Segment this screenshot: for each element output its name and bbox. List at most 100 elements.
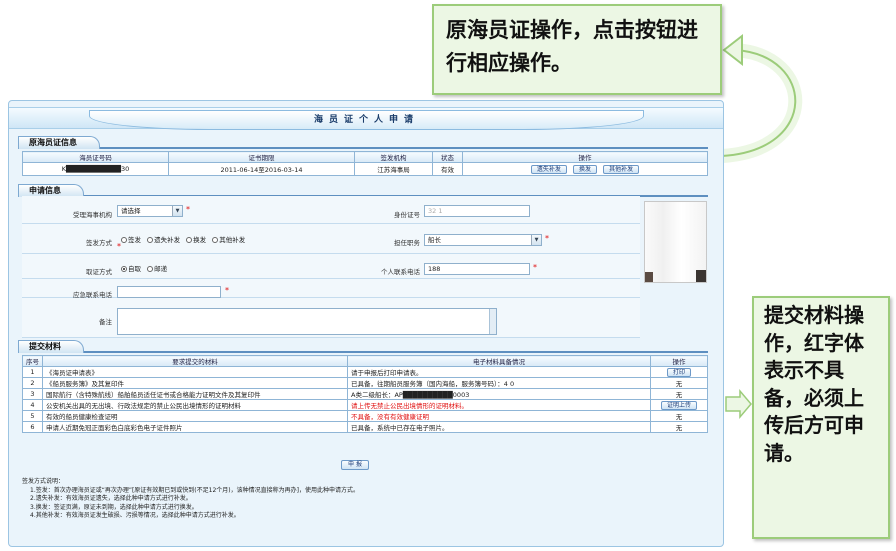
material-action-text: 无 bbox=[675, 424, 683, 432]
radio-lost-label: 遗失补发 bbox=[154, 236, 181, 244]
col-actions: 操作 bbox=[462, 151, 708, 163]
table-row: 6 申请人近期免冠正面彩色白底彩色电子证件照片 已具备，系统中已存在电子照片。 无 bbox=[22, 421, 708, 433]
cert-validity: 2011-06-14至2016-03-14 bbox=[168, 162, 355, 176]
table-row: 1 《海员证申请表》 请于申报后打印申请表。 打印 bbox=[22, 366, 708, 378]
notes-line: 2.遗失补发：有效海员证遗失，选择此种申请方式进行补发。 bbox=[30, 495, 192, 502]
material-action-text: 无 bbox=[675, 413, 683, 421]
cert-status: 有效 bbox=[432, 162, 463, 176]
material-action-text: 无 bbox=[675, 391, 683, 399]
material-name: 国际航行（含特殊航线）船舶船员适任证书或合格能力证明文件及其复印件 bbox=[42, 388, 348, 400]
radio-self-pickup-label: 自取 bbox=[128, 265, 141, 273]
curved-arrow-icon bbox=[721, 43, 803, 163]
agency-select-value: 请选择 bbox=[121, 207, 141, 215]
material-action-text: 无 bbox=[675, 380, 683, 388]
callout-materials-text: 提交材料操作，红字体表示不具备，必须上传后方可申请。 bbox=[764, 303, 864, 465]
notes-title: 签发方式说明： bbox=[22, 478, 65, 485]
other-reissue-button[interactable]: 其他补发 bbox=[603, 164, 640, 174]
cert-no: K███████████30 bbox=[22, 162, 169, 176]
col-status: 状态 bbox=[432, 151, 463, 163]
agency-label: 受理海事机构 bbox=[73, 211, 112, 219]
table-row: K███████████30 2011-06-14至2016-03-14 江苏海… bbox=[22, 162, 708, 176]
remark-scrollbar[interactable] bbox=[489, 309, 496, 334]
table-row: 4 公安机关出具的无出境、行政法规定的禁止公民出境情形的证明材料 请上传无禁止公民出… bbox=[22, 399, 708, 411]
material-no: 3 bbox=[22, 388, 43, 400]
notes-line: 1.签发：首次办理海员证或“再次办理”[原证有效期已到或快到(不足12个月)，该… bbox=[30, 486, 359, 494]
pickup-radios: 自取 邮递 bbox=[117, 263, 167, 273]
pickup-label: 取证方式 bbox=[86, 268, 112, 276]
radio-renew[interactable] bbox=[186, 237, 193, 243]
material-no: 5 bbox=[22, 410, 43, 422]
material-action-cell: 打印 bbox=[650, 366, 708, 378]
form-row-pickup bbox=[22, 254, 640, 279]
agency-select[interactable]: 请选择 ▼ bbox=[117, 205, 183, 217]
material-name: 申请人近期免冠正面彩色白底彩色电子证件照片 bbox=[42, 421, 348, 433]
form-row-emergency bbox=[22, 279, 640, 298]
required-mark: * bbox=[186, 205, 190, 214]
material-no: 2 bbox=[22, 377, 43, 389]
remark-label: 备注 bbox=[99, 318, 112, 326]
table-header-row: 海员证号码 证书期限 签发机构 状态 操作 bbox=[22, 151, 708, 163]
emergency-field[interactable] bbox=[117, 286, 221, 298]
window-titlebar: 海员证个人申请 bbox=[9, 107, 723, 130]
required-mark: * bbox=[117, 242, 121, 251]
col-issuer: 签发机构 bbox=[354, 151, 433, 163]
required-mark: * bbox=[545, 234, 549, 243]
required-mark: * bbox=[533, 263, 537, 272]
section-original-info: 原海员证信息 bbox=[18, 135, 708, 149]
table-row: 5 有效的船员健康检查证明 不具备，没有有效健康证明 无 bbox=[22, 410, 708, 422]
col-cert-no: 海员证号码 bbox=[22, 151, 169, 163]
radio-issue-label: 签发 bbox=[128, 236, 141, 244]
chevron-down-icon: ▼ bbox=[531, 235, 541, 245]
material-action-button[interactable]: 打印 bbox=[666, 367, 691, 377]
section-original-info-label: 原海员证信息 bbox=[18, 136, 100, 149]
radio-other[interactable] bbox=[212, 237, 219, 243]
col-material: 要求提交的材料 bbox=[42, 355, 348, 367]
radio-issue[interactable] bbox=[121, 237, 127, 243]
remark-textarea[interactable] bbox=[117, 308, 497, 335]
idcard-field[interactable]: 32 1 bbox=[424, 205, 530, 217]
material-action-cell: 无 bbox=[650, 410, 708, 422]
material-action-button[interactable]: 证明上传 bbox=[660, 400, 697, 410]
material-name: 公安机关出具的无出境、行政法规定的禁止公民出境情形的证明材料 bbox=[42, 399, 348, 411]
issue-type-label: 签发方式 bbox=[86, 239, 112, 247]
photo-edge bbox=[696, 270, 706, 282]
photo-edge bbox=[645, 272, 653, 282]
section-apply-info: 申请信息 bbox=[18, 183, 708, 197]
table-header-row: 序号 要求提交的材料 电子材料具备情况 操作 bbox=[22, 355, 708, 367]
radio-lost[interactable] bbox=[147, 237, 154, 243]
material-status: 不具备，没有有效健康证明 bbox=[347, 410, 651, 422]
radio-renew-label: 换发 bbox=[193, 236, 207, 244]
material-name: 《海员证申请表》 bbox=[42, 366, 348, 378]
material-name: 《船员服务簿》及其复印件 bbox=[42, 377, 348, 389]
applicant-photo bbox=[644, 201, 707, 283]
table-row: 3 国际航行（含特殊航线）船舶船员适任证书或合格能力证明文件及其复印件 A类二级船长… bbox=[22, 388, 708, 400]
original-cert-table: 海员证号码 证书期限 签发机构 状态 操作 K███████████30 201… bbox=[22, 151, 708, 176]
lost-reissue-button[interactable]: 遗失补发 bbox=[530, 164, 567, 174]
col-status: 电子材料具备情况 bbox=[347, 355, 651, 367]
material-action-cell: 无 bbox=[650, 421, 708, 433]
callout-materials: 提交材料操作，红字体表示不具备，必须上传后方可申请。 bbox=[752, 296, 890, 539]
radio-self-pickup[interactable] bbox=[121, 266, 127, 272]
position-label: 担任职务 bbox=[394, 239, 420, 247]
position-select[interactable]: 船长 ▼ bbox=[424, 234, 542, 246]
phone-field[interactable]: 188 bbox=[424, 263, 530, 275]
material-action-cell: 无 bbox=[650, 388, 708, 400]
position-select-value: 船长 bbox=[428, 236, 441, 244]
material-action-cell: 证明上传 bbox=[650, 399, 708, 411]
notes-line: 3.换发：签证页满，原证未到期，选择此种申请方式进行换发。 bbox=[30, 503, 198, 511]
chevron-down-icon: ▼ bbox=[172, 206, 182, 216]
col-validity: 证书期限 bbox=[168, 151, 355, 163]
material-no: 1 bbox=[22, 366, 43, 378]
cert-issuer: 江苏海事局 bbox=[354, 162, 433, 176]
material-status: 已具备，系统中已存在电子照片。 bbox=[347, 421, 651, 433]
issue-type-notes: 签发方式说明： 1.签发：首次办理海员证或“再次办理”[原证有效期已到或快到(不… bbox=[22, 478, 359, 521]
radio-mail[interactable] bbox=[147, 266, 154, 272]
submit-button[interactable]: 申 报 bbox=[341, 460, 369, 470]
radio-mail-label: 邮递 bbox=[154, 265, 168, 273]
material-status: 已具备，往期船员服务簿（国内海船，服务簿号码）：4 0 bbox=[347, 377, 651, 389]
material-status: A类二级船长：AP██████████0003 bbox=[347, 388, 651, 400]
form-row-agency bbox=[22, 196, 640, 224]
arrow-head-icon bbox=[722, 33, 743, 67]
renew-button[interactable]: 换发 bbox=[572, 164, 597, 174]
phone-label: 个人联系电话 bbox=[381, 268, 420, 276]
